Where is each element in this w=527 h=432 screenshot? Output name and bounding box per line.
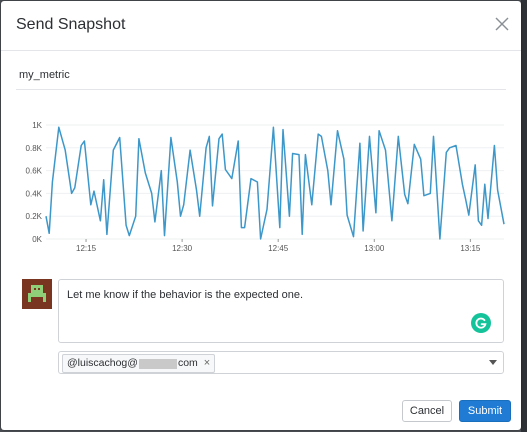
y-tick-label: 0.2K bbox=[26, 212, 43, 221]
divider bbox=[16, 89, 506, 90]
x-tick-label: 12:45 bbox=[268, 244, 289, 253]
y-tick-label: 0K bbox=[32, 235, 42, 244]
x-tick-label: 12:15 bbox=[76, 244, 97, 253]
y-tick-label: 0.4K bbox=[26, 189, 43, 198]
metric-chart: 0K 0.2K 0.4K 0.6K 0.8K 1K 12:15 12:30 12:45 13:00… bbox=[26, 121, 505, 253]
grammarly-icon[interactable] bbox=[471, 313, 491, 333]
chevron-down-icon[interactable] bbox=[489, 360, 497, 365]
comment-input[interactable]: Let me know if the behavior is the expec… bbox=[58, 279, 504, 343]
avatar-glyph-icon bbox=[28, 285, 46, 302]
avatar bbox=[22, 279, 52, 309]
y-tick-label: 0.8K bbox=[26, 144, 43, 153]
x-tick-label: 13:15 bbox=[460, 244, 481, 253]
cancel-button[interactable]: Cancel bbox=[402, 400, 452, 422]
y-tick-label: 0.6K bbox=[26, 167, 43, 176]
close-icon[interactable] bbox=[495, 17, 509, 31]
x-tick-label: 12:30 bbox=[172, 244, 193, 253]
y-tick-label: 1K bbox=[32, 121, 42, 130]
x-tick-label: 13:00 bbox=[364, 244, 385, 253]
dialog-title: Send Snapshot bbox=[16, 16, 126, 33]
recipient-email-suffix: com bbox=[177, 357, 198, 369]
dialog-header: Send Snapshot bbox=[1, 1, 521, 51]
comment-text[interactable]: Let me know if the behavior is the expec… bbox=[67, 289, 303, 301]
remove-icon[interactable]: × bbox=[204, 355, 210, 372]
recipient-email-prefix: @luiscachog@ bbox=[67, 357, 138, 369]
backdrop bbox=[521, 0, 527, 432]
series-line bbox=[45, 126, 505, 240]
send-snapshot-dialog: Send Snapshot my_metric 0K 0.2K 0.4K 0.6K 0.… bbox=[1, 1, 521, 430]
redacted-block bbox=[138, 358, 177, 369]
submit-button[interactable]: Submit bbox=[459, 400, 511, 422]
recipients-select[interactable]: @luiscachog@ com × bbox=[58, 351, 504, 374]
metric-name: my_metric bbox=[19, 69, 70, 81]
recipient-chip: @luiscachog@ com × bbox=[62, 354, 216, 373]
